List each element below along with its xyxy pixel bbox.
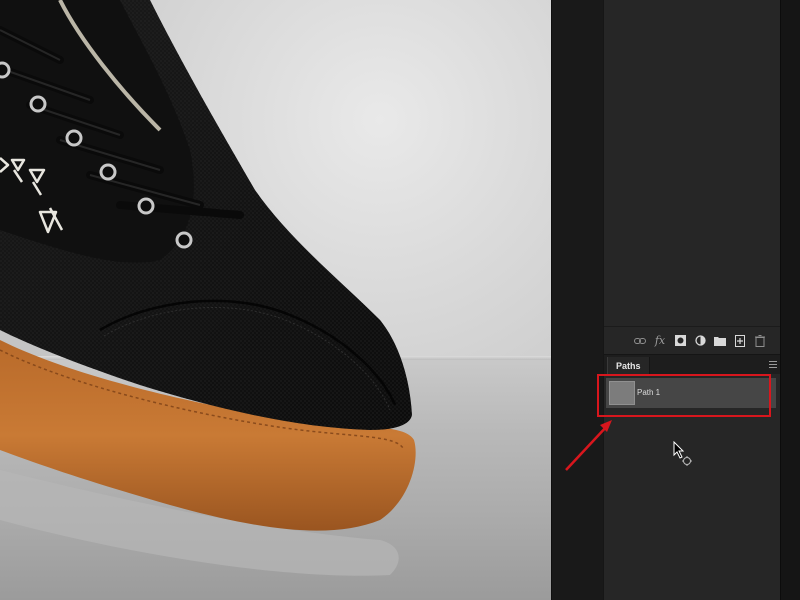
path-list-item[interactable]: Path 1 xyxy=(606,378,776,408)
new-group-icon[interactable] xyxy=(713,334,727,348)
layers-panel-area xyxy=(604,0,781,326)
panel-dock-strip xyxy=(551,0,604,600)
tab-paths[interactable]: Paths xyxy=(607,357,650,375)
path-label: Path 1 xyxy=(637,388,661,397)
panel-menu-icon[interactable] xyxy=(769,361,777,369)
panel-right-edge xyxy=(780,0,800,600)
path-thumbnail xyxy=(609,381,635,405)
layers-toolbar: fx xyxy=(604,326,781,354)
adjustment-layer-icon[interactable] xyxy=(693,334,707,348)
layer-mask-icon[interactable] xyxy=(673,334,687,348)
paths-panel-header: Paths xyxy=(604,354,781,376)
shoe-photo xyxy=(0,0,416,576)
new-layer-icon[interactable] xyxy=(733,334,747,348)
panels-column: fx Paths Path 1 xyxy=(603,0,781,600)
document-canvas[interactable] xyxy=(0,0,551,600)
fx-icon[interactable]: fx xyxy=(653,334,667,348)
trash-icon[interactable] xyxy=(753,334,767,348)
link-icon[interactable] xyxy=(633,334,647,348)
